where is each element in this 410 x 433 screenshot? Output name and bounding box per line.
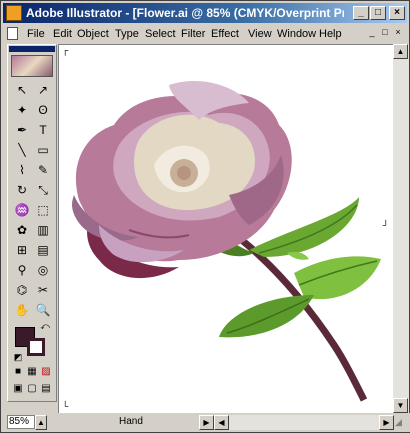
stroke-swatch[interactable] [27, 338, 45, 356]
window-title: Adobe Illustrator - [Flower.ai @ 85% (CM… [26, 6, 344, 20]
zoom-level-field[interactable]: 85% [7, 415, 35, 429]
toolbox-panel: ↖ ↗ ✦ ʘ ✒ T ╲ ▭ ⌇ ✎ ↻ ⤡ ♒ ⬚ ✿ ▥ ⊞ ▤ ⚲ ◎ ⌬ ✂ ✋ 🔍 ⤺ ◩ ■ ▦ ▨ ▣ ▢ ▤ [7, 44, 57, 402]
close-button[interactable]: × [389, 6, 405, 20]
illustrator-app-icon[interactable] [6, 5, 22, 21]
full-screen-menu-mode-icon[interactable]: ▢ [25, 382, 39, 396]
artboard-crop-mark-bottom-left: └ [62, 401, 69, 411]
menu-window[interactable]: Window [277, 28, 316, 40]
resize-grip[interactable]: ◢ [395, 416, 407, 428]
title-bar[interactable]: Adobe Illustrator - [Flower.ai @ 85% (CM… [3, 3, 407, 23]
horizontal-scrollbar[interactable] [229, 415, 379, 430]
menu-edit[interactable]: Edit [53, 28, 72, 40]
menu-view[interactable]: View [248, 28, 272, 40]
swap-fill-stroke-icon[interactable]: ⤺ [38, 320, 52, 332]
symbol-sprayer-tool-icon[interactable]: ✿ [12, 221, 32, 240]
document-icon[interactable] [7, 27, 18, 40]
gradient-mode-icon[interactable]: ▦ [25, 365, 39, 379]
rose-artwork [72, 81, 381, 402]
menu-help[interactable]: Help [319, 28, 342, 40]
slice-tool-icon[interactable]: ⌬ [12, 281, 32, 300]
free-transform-tool-icon[interactable]: ⬚ [33, 201, 53, 220]
pen-tool-icon[interactable]: ✒ [12, 121, 32, 140]
gradient-tool-icon[interactable]: ▤ [33, 241, 53, 260]
menu-select[interactable]: Select [145, 28, 176, 40]
default-colors-icon[interactable]: ◩ [12, 351, 24, 363]
graph-tool-icon[interactable]: ▥ [33, 221, 53, 240]
menu-object[interactable]: Object [77, 28, 109, 40]
scroll-up-button[interactable]: ▲ [393, 44, 408, 59]
hand-tool-icon[interactable]: ✋ [12, 301, 32, 320]
artboard-crop-mark-top-left: ┌ [62, 45, 69, 55]
toolbox-title-bar[interactable] [9, 46, 55, 52]
menu-type[interactable]: Type [115, 28, 139, 40]
menu-effect[interactable]: Effect [211, 28, 239, 40]
menu-filter[interactable]: Filter [181, 28, 205, 40]
color-mode-icon[interactable]: ■ [11, 365, 25, 379]
doc-close-button[interactable]: × [393, 28, 403, 38]
toolbox-logo[interactable] [11, 55, 53, 77]
artboard-crop-mark-right: ┘ [382, 220, 389, 230]
rectangle-tool-icon[interactable]: ▭ [33, 141, 53, 160]
standard-screen-mode-icon[interactable]: ▣ [11, 382, 25, 396]
maximize-button[interactable]: □ [370, 6, 386, 20]
scroll-right-button[interactable]: ▶ [379, 415, 394, 430]
direct-selection-tool-icon[interactable]: ↗ [33, 81, 53, 100]
doc-restore-button[interactable]: □ [380, 28, 390, 38]
mesh-tool-icon[interactable]: ⊞ [12, 241, 32, 260]
magic-wand-tool-icon[interactable]: ✦ [12, 101, 32, 120]
illustrator-window: Adobe Illustrator - [Flower.ai @ 85% (CM… [0, 0, 410, 433]
status-current-tool: Hand [119, 416, 143, 427]
leaf-small [287, 251, 309, 260]
paintbrush-tool-icon[interactable]: ⌇ [12, 161, 32, 180]
lasso-tool-icon[interactable]: ʘ [33, 101, 53, 120]
scroll-down-button[interactable]: ▼ [393, 398, 408, 413]
rotate-tool-icon[interactable]: ↻ [12, 181, 32, 200]
full-screen-mode-icon[interactable]: ▤ [39, 382, 53, 396]
status-menu-button[interactable]: ▶ [199, 415, 214, 430]
eyedropper-tool-icon[interactable]: ⚲ [12, 261, 32, 280]
scale-tool-icon[interactable]: ⤡ [33, 181, 53, 200]
warp-tool-icon[interactable]: ♒ [12, 201, 32, 220]
doc-minimize-button[interactable]: _ [367, 28, 377, 38]
blend-tool-icon[interactable]: ◎ [33, 261, 53, 280]
line-segment-tool-icon[interactable]: ╲ [12, 141, 32, 160]
vertical-scrollbar[interactable]: ▲ ▼ [393, 44, 409, 413]
none-mode-icon[interactable]: ▨ [39, 365, 53, 379]
menu-bar: File Edit Object Type Select Filter Effe… [3, 25, 407, 43]
rose-pistil [177, 166, 191, 180]
artboard-canvas[interactable]: ┌ ┘ └ [58, 44, 393, 413]
scroll-left-button[interactable]: ◀ [214, 415, 229, 430]
type-tool-icon[interactable]: T [33, 121, 53, 140]
zoom-tool-icon[interactable]: 🔍 [33, 301, 53, 320]
zoom-menu-button[interactable]: ▲ [35, 415, 47, 430]
scissors-tool-icon[interactable]: ✂ [33, 281, 53, 300]
selection-tool-icon[interactable]: ↖ [12, 81, 32, 100]
minimize-button[interactable]: _ [353, 6, 369, 20]
menu-file[interactable]: File [27, 28, 45, 40]
pencil-tool-icon[interactable]: ✎ [33, 161, 53, 180]
